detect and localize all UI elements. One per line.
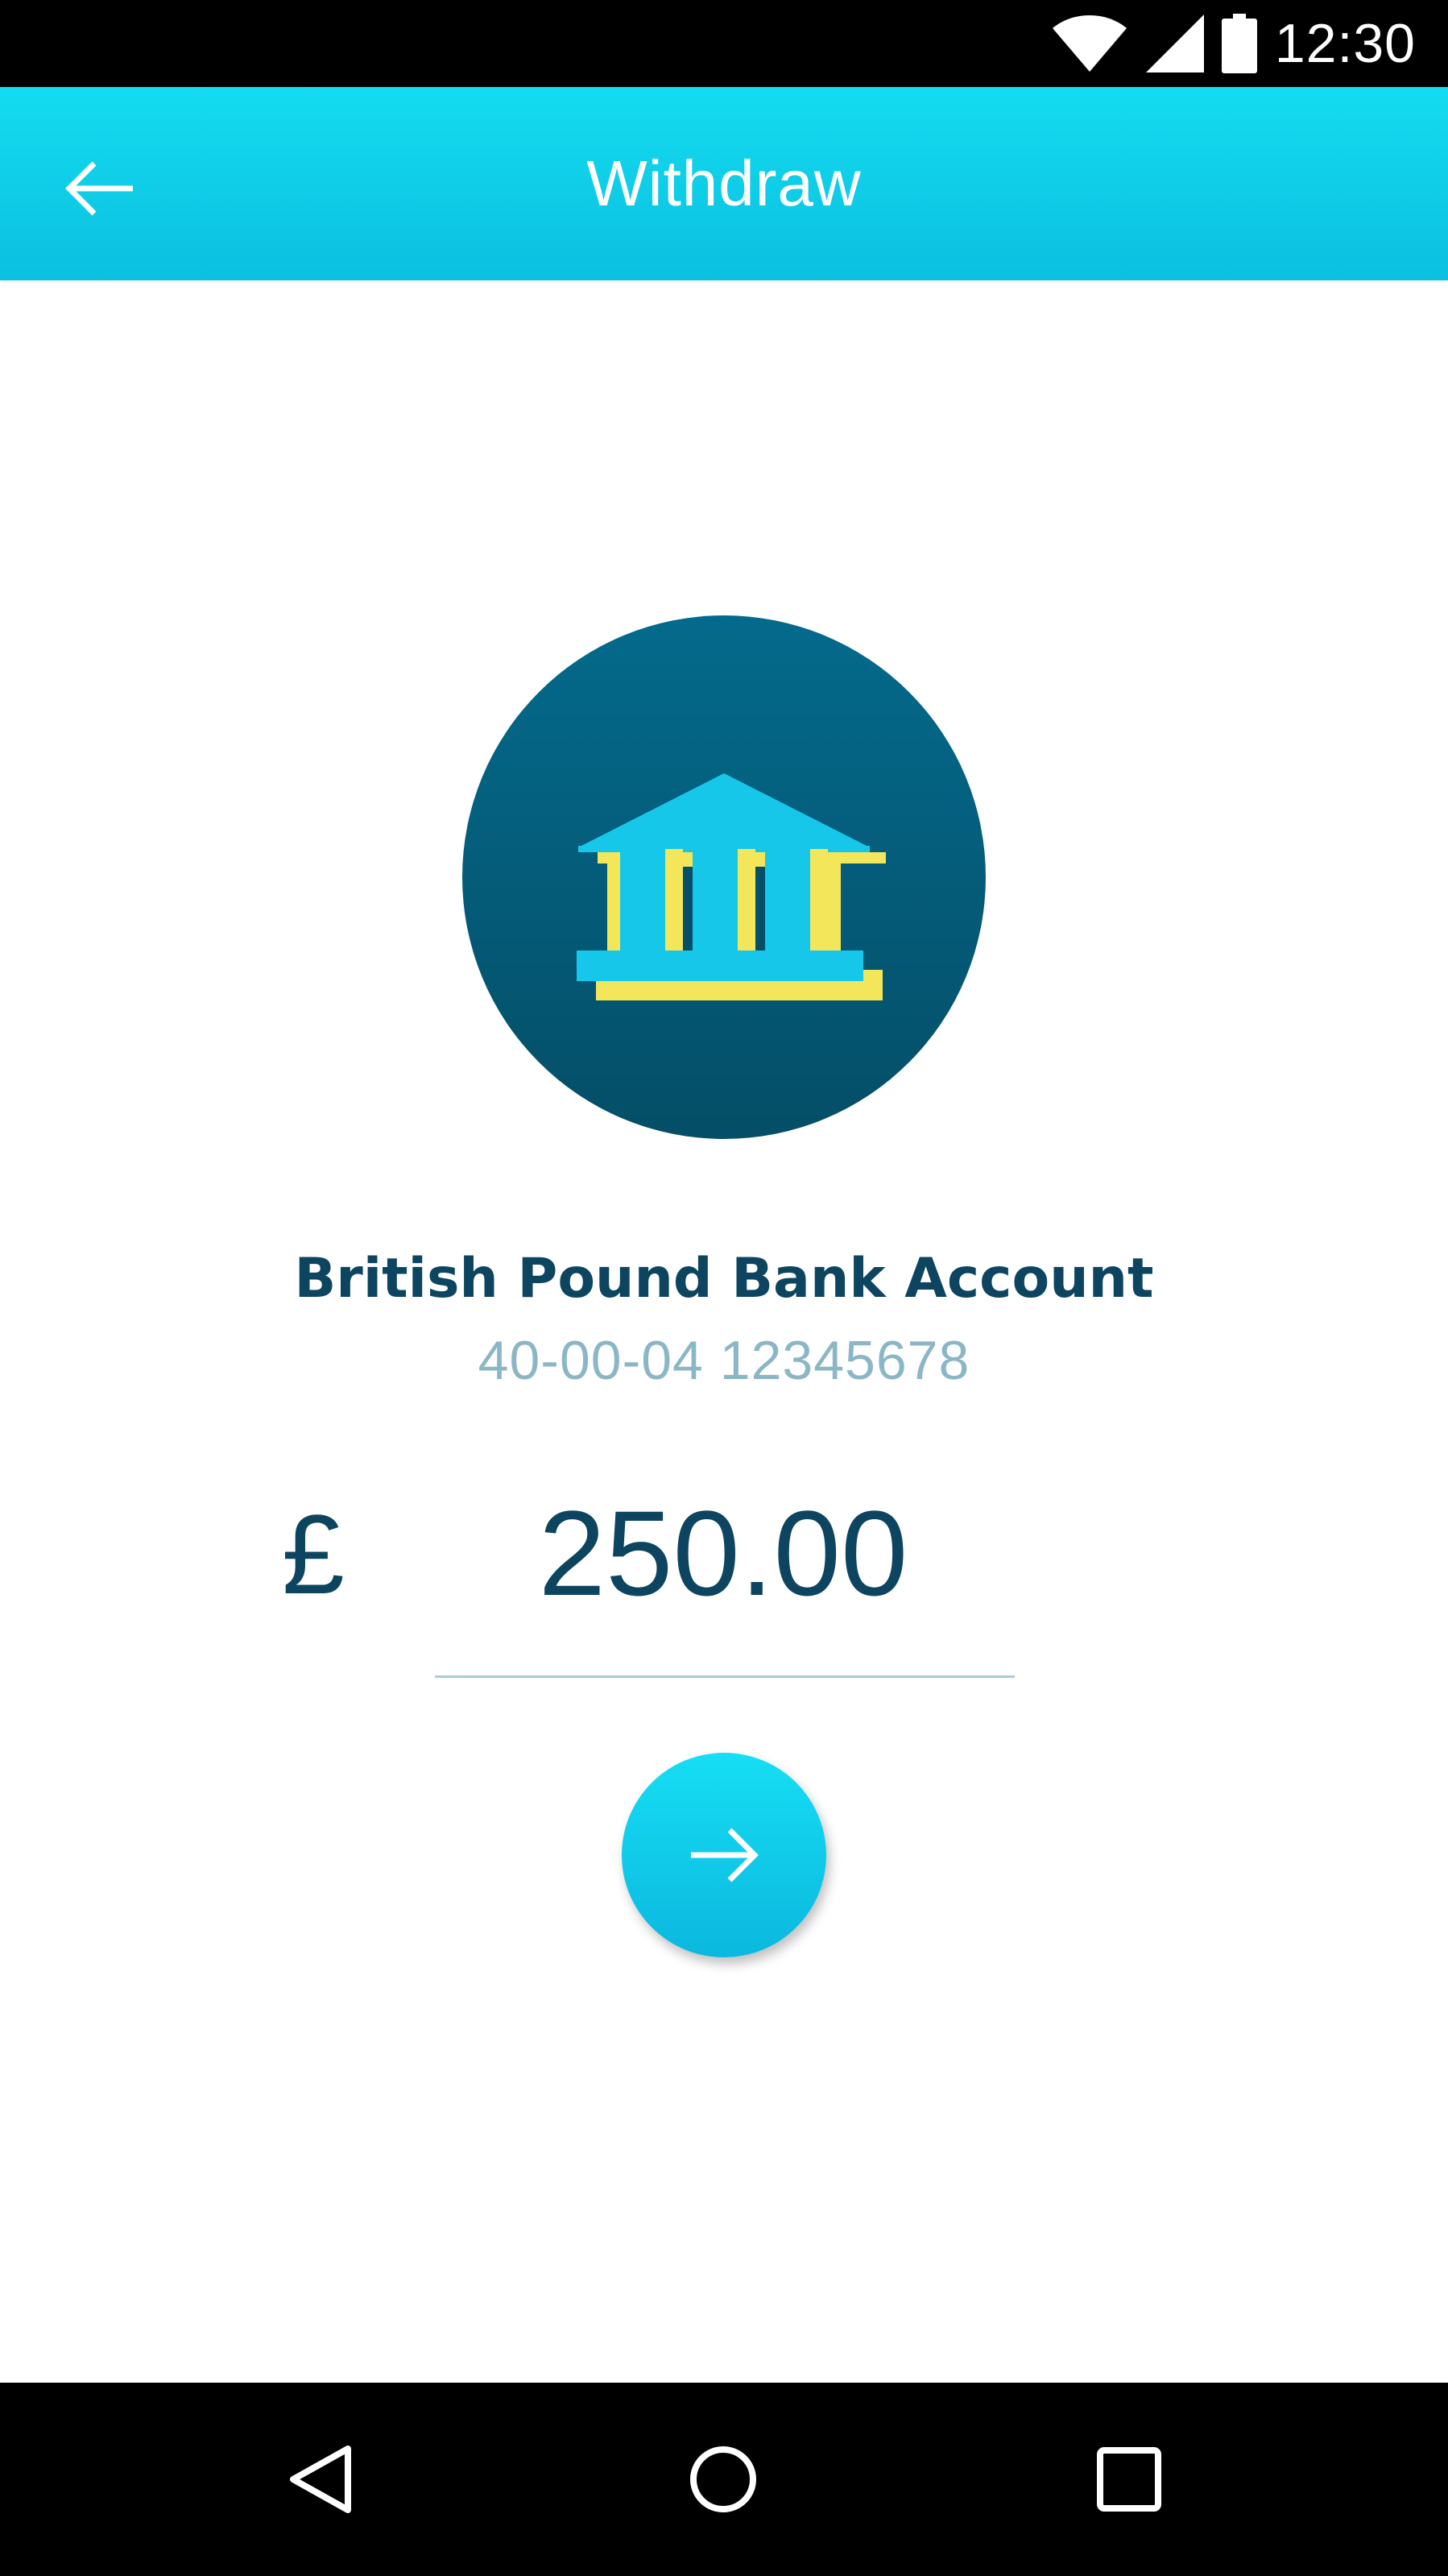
arrow-right-icon [691, 1828, 759, 1882]
arrow-left-icon [65, 161, 133, 216]
back-button[interactable] [52, 140, 148, 237]
account-name: British Pound Bank Account [294, 1247, 1154, 1311]
account-number: 40-00-04 12345678 [478, 1330, 970, 1391]
bank-building-icon [577, 773, 886, 1000]
status-time: 12:30 [1274, 13, 1416, 74]
page-title: Withdraw [586, 147, 862, 219]
nav-recents-button[interactable] [1081, 2431, 1177, 2528]
system-nav-bar [0, 2383, 1448, 2576]
status-bar: 12:30 [0, 0, 1448, 87]
status-icons: 12:30 [1051, 0, 1416, 87]
wifi-icon [1052, 15, 1127, 72]
nav-home-button[interactable] [675, 2431, 772, 2528]
nav-recents-icon [1097, 2447, 1161, 2512]
nav-back-icon [290, 2446, 351, 2513]
currency-symbol: £ [282, 1491, 345, 1617]
amount-underline [435, 1675, 1015, 1678]
nav-back-button[interactable] [272, 2431, 369, 2528]
app-bar: Withdraw [0, 87, 1448, 280]
withdraw-screen: 12:30 Withdraw British Pound Bank Accoun… [0, 0, 1448, 2576]
amount-input[interactable] [435, 1489, 1012, 1617]
battery-icon [1221, 14, 1257, 73]
next-button[interactable] [622, 1753, 826, 1957]
nav-home-icon [690, 2446, 756, 2512]
cell-signal-icon [1145, 14, 1204, 72]
bank-account-avatar [462, 615, 986, 1139]
